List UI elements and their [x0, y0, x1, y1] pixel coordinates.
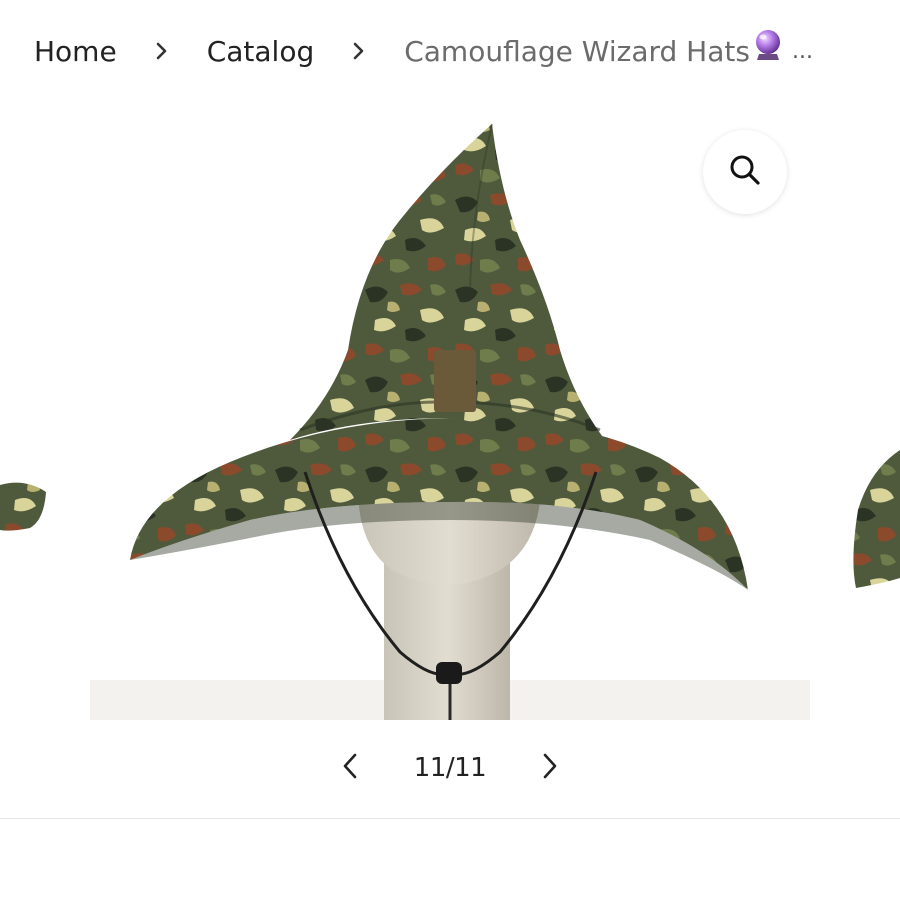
image-counter: 11/11 [413, 753, 487, 783]
breadcrumb: Home Catalog Camouflage Wizard Hats ... [34, 26, 880, 76]
section-divider [0, 818, 900, 819]
chevron-left-icon [341, 752, 359, 785]
next-image-button[interactable] [526, 744, 574, 792]
search-icon [727, 152, 763, 193]
breadcrumb-ellipsis: ... [791, 38, 813, 64]
image-pager: 11/11 [0, 742, 900, 794]
breadcrumb-current-page: Camouflage Wizard Hats [404, 34, 750, 68]
zoom-button[interactable] [703, 130, 787, 214]
breadcrumb-home-link[interactable]: Home [34, 35, 117, 68]
chevron-right-icon [352, 41, 366, 61]
chevron-right-icon [541, 752, 559, 785]
breadcrumb-catalog-link[interactable]: Catalog [207, 35, 315, 68]
prev-image-button[interactable] [326, 744, 374, 792]
crystal-ball-icon [752, 28, 784, 69]
chevron-right-icon [155, 41, 169, 61]
